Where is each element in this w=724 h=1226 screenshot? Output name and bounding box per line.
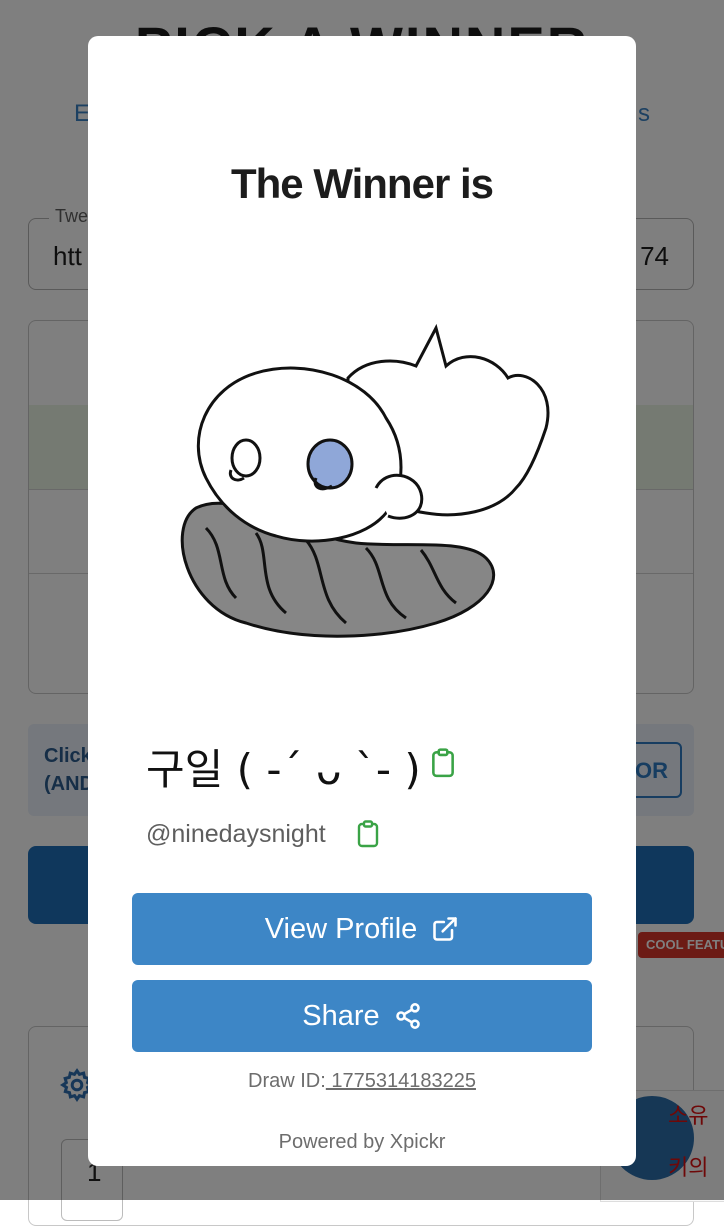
winner-modal: The Winner is 구일 ( -ˊ ᴗ ˋ- ) @ninedaysni… bbox=[88, 36, 636, 1166]
winner-handle: @ninedaysnight bbox=[146, 820, 326, 848]
winner-avatar bbox=[180, 323, 550, 638]
draw-id: Draw ID: 1775314183225 bbox=[88, 1070, 636, 1093]
external-link-icon bbox=[433, 917, 458, 941]
clipboard-icon[interactable] bbox=[356, 820, 380, 848]
draw-id-link[interactable]: 1775314183225 bbox=[326, 1070, 476, 1092]
view-profile-button[interactable]: View Profile bbox=[132, 893, 592, 965]
clipboard-icon[interactable] bbox=[430, 748, 456, 778]
share-button[interactable]: Share bbox=[132, 980, 592, 1052]
draw-id-label: Draw ID: bbox=[248, 1070, 326, 1092]
powered-by: Powered by Xpickr bbox=[278, 1131, 446, 1153]
modal-title: The Winner is bbox=[231, 160, 494, 207]
share-icon bbox=[395, 1003, 420, 1029]
winner-name: 구일 ( -ˊ ᴗ ˋ- ) bbox=[146, 745, 421, 794]
share-label: Share bbox=[302, 999, 380, 1032]
view-profile-label: View Profile bbox=[264, 912, 418, 945]
